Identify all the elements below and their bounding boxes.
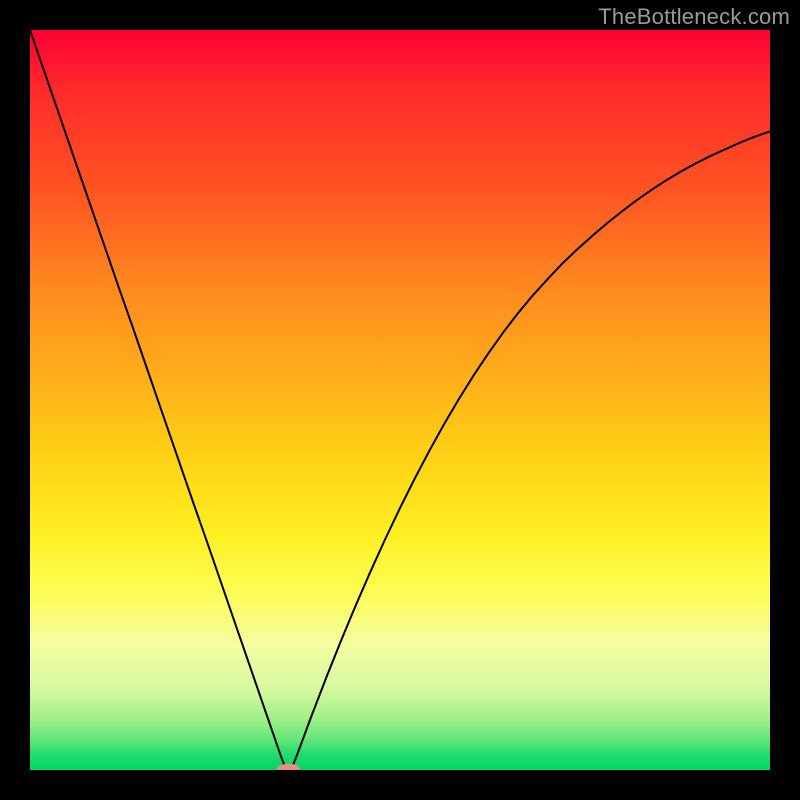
minimum-marker bbox=[277, 764, 301, 770]
chart-frame: TheBottleneck.com bbox=[0, 0, 800, 800]
curve-layer bbox=[30, 30, 770, 770]
watermark-text: TheBottleneck.com bbox=[598, 4, 790, 30]
bottleneck-curve bbox=[30, 30, 770, 769]
plot-area bbox=[30, 30, 770, 770]
